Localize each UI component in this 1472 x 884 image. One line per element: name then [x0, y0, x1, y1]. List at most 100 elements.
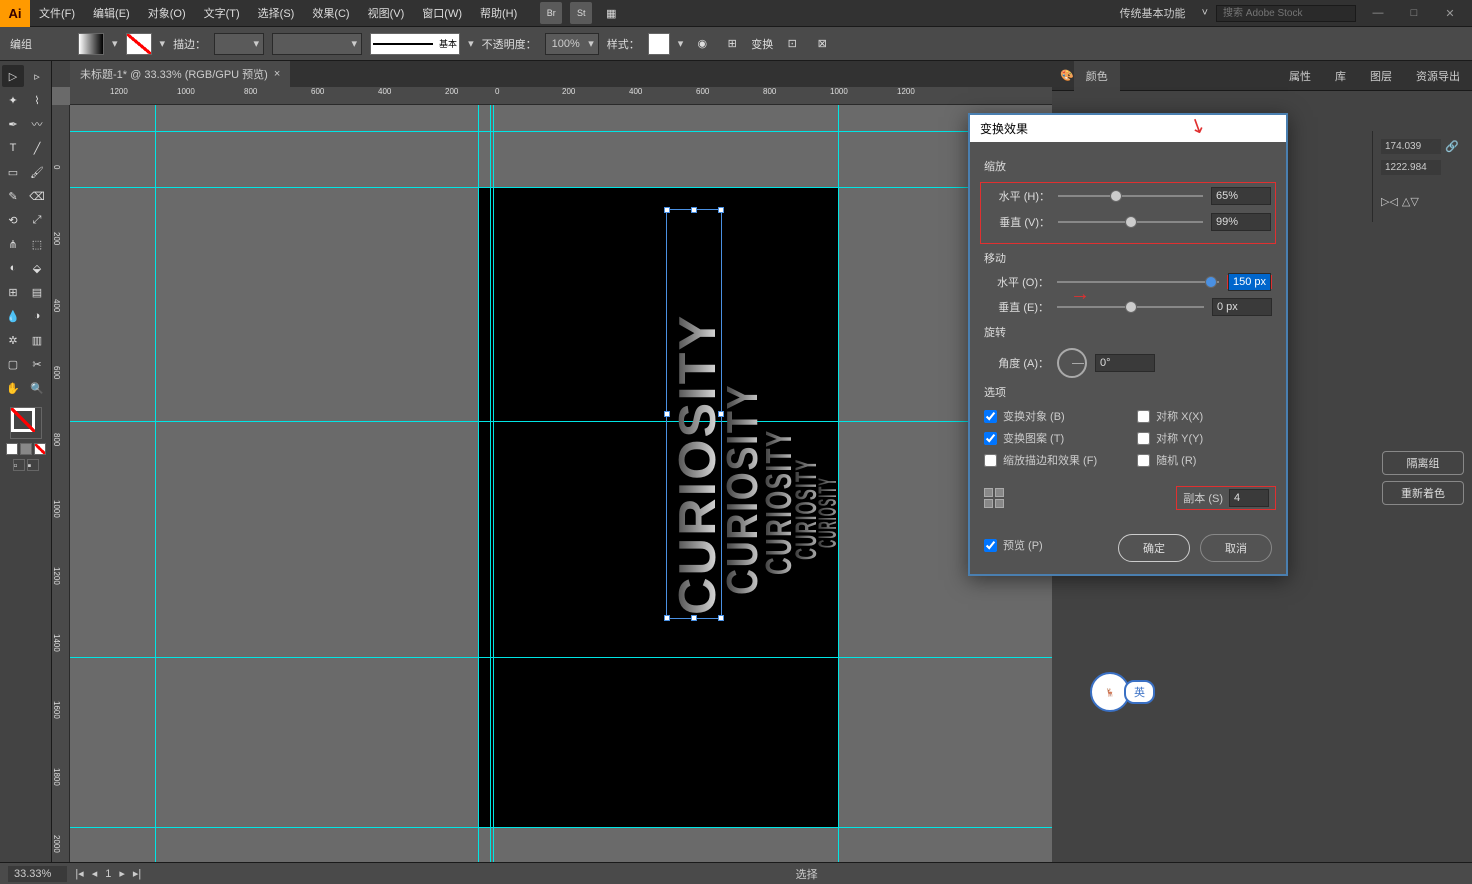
scale-tool[interactable]: ⤢	[26, 209, 48, 231]
brush-dropdown[interactable]: 基本	[370, 33, 460, 55]
chevron-down-icon[interactable]: ▾	[468, 37, 474, 50]
nav-first-icon[interactable]: |◂	[75, 867, 83, 880]
cancel-button[interactable]: 取消	[1200, 534, 1272, 562]
artboard-tool[interactable]: ▢	[2, 353, 24, 375]
menu-type[interactable]: 文字(T)	[195, 0, 249, 27]
shaper-tool[interactable]: ✎	[2, 185, 24, 207]
free-transform-tool[interactable]: ⬚	[26, 233, 48, 255]
ok-button[interactable]: 确定	[1118, 534, 1190, 562]
vertical-ruler[interactable]: 0 200 400 600 800 1000 1200 1400 1600 18…	[52, 105, 70, 862]
eraser-tool[interactable]: ⌫	[26, 185, 48, 207]
recolor-icon[interactable]: ◉	[691, 33, 713, 55]
none-mode-icon[interactable]	[34, 443, 46, 455]
horizontal-ruler[interactable]: 1200 1000 800 600 400 200 0 200 400 600 …	[70, 87, 1052, 105]
flip-h-icon[interactable]: ▷◁	[1381, 195, 1398, 208]
guide[interactable]	[70, 421, 1052, 422]
lasso-tool[interactable]: ⌇	[26, 89, 48, 111]
stock-search-input[interactable]	[1216, 5, 1356, 22]
move-h-slider[interactable]	[1057, 281, 1219, 283]
guide[interactable]	[490, 105, 491, 862]
chevron-down-icon[interactable]: ▾	[112, 37, 118, 50]
preview-checkbox[interactable]: 预览 (P)	[984, 537, 1043, 553]
gradient-mode-icon[interactable]	[20, 443, 32, 455]
chevron-down-icon[interactable]: ▾	[160, 37, 166, 50]
height-value[interactable]: 1222.984	[1381, 160, 1441, 175]
reflect-y-checkbox[interactable]: 对称 Y(Y)	[1137, 430, 1203, 446]
copies-value[interactable]: 4	[1229, 489, 1269, 507]
menu-effect[interactable]: 效果(C)	[303, 0, 358, 27]
flip-v-icon[interactable]: △▽	[1402, 195, 1419, 208]
style-swatch[interactable]	[648, 33, 670, 55]
rotate-tool[interactable]: ⟲	[2, 209, 24, 231]
stroke-profile-dropdown[interactable]	[272, 33, 362, 55]
document-tab[interactable]: 未标题-1* @ 33.33% (RGB/GPU 预览) ×	[70, 61, 290, 87]
scale-v-slider[interactable]	[1058, 221, 1203, 223]
panel-tab-properties[interactable]: 属性	[1277, 61, 1323, 91]
random-checkbox[interactable]: 随机 (R)	[1137, 452, 1203, 468]
ime-indicator[interactable]: 🦌 英	[1090, 672, 1155, 712]
curvature-tool[interactable]: 〰	[26, 113, 48, 135]
menu-file[interactable]: 文件(F)	[30, 0, 84, 27]
guide[interactable]	[70, 131, 1052, 132]
gradient-tool[interactable]: ▤	[26, 281, 48, 303]
pen-tool[interactable]: ✒	[2, 113, 24, 135]
nav-prev-icon[interactable]: ◂	[92, 867, 98, 880]
edit-icon[interactable]: ⊠	[811, 33, 833, 55]
guide[interactable]	[70, 187, 1052, 188]
scale-strokes-checkbox[interactable]: 缩放描边和效果 (F)	[984, 452, 1097, 468]
graph-tool[interactable]: ▥	[26, 329, 48, 351]
opacity-dropdown[interactable]: 100%	[545, 33, 599, 55]
zoom-tool[interactable]: 🔍	[26, 377, 48, 399]
blend-tool[interactable]: ◑	[26, 305, 48, 327]
panel-tab-libraries[interactable]: 库	[1323, 61, 1358, 91]
close-button[interactable]: ✕	[1436, 4, 1464, 22]
fill-swatch[interactable]	[78, 33, 104, 55]
stock-icon[interactable]: St	[570, 2, 592, 24]
mesh-tool[interactable]: ⊞	[2, 281, 24, 303]
isolate-group-button[interactable]: 隔离组	[1382, 451, 1464, 475]
magic-wand-tool[interactable]: ✦	[2, 89, 24, 111]
artboard-number[interactable]: 1	[105, 868, 111, 880]
stroke-weight-dropdown[interactable]	[214, 33, 264, 55]
canvas[interactable]: CURIOSITY CURIOSITY CURIOSITY CURIOSITY …	[70, 105, 1052, 862]
move-v-slider[interactable]	[1057, 306, 1204, 308]
angle-dial[interactable]	[1057, 348, 1087, 378]
shape-builder-tool[interactable]: ◐	[2, 257, 24, 279]
workspace-switcher[interactable]: 传统基本功能	[1112, 5, 1194, 21]
maximize-button[interactable]: □	[1400, 4, 1428, 22]
anchor-grid-icon[interactable]	[984, 488, 1004, 508]
guide[interactable]	[70, 657, 1052, 658]
guide[interactable]	[478, 105, 479, 862]
guide[interactable]	[493, 105, 494, 862]
transform-objects-checkbox[interactable]: 变换对象 (B)	[984, 408, 1097, 424]
slice-tool[interactable]: ✂	[26, 353, 48, 375]
move-h-value[interactable]: 150 px	[1228, 273, 1271, 291]
transform-patterns-checkbox[interactable]: 变换图案 (T)	[984, 430, 1097, 446]
menu-window[interactable]: 窗口(W)	[413, 0, 471, 27]
scale-h-value[interactable]: 65%	[1211, 187, 1271, 205]
screen-mode-icon[interactable]: ▪	[27, 459, 39, 471]
ime-language[interactable]: 英	[1124, 680, 1155, 704]
direct-selection-tool[interactable]: ▹	[26, 65, 48, 87]
isolate-icon[interactable]: ⊡	[781, 33, 803, 55]
panel-tab-assets[interactable]: 资源导出	[1404, 61, 1472, 91]
align-icon[interactable]: ⊞	[721, 33, 743, 55]
menu-select[interactable]: 选择(S)	[249, 0, 304, 27]
menu-object[interactable]: 对象(O)	[139, 0, 195, 27]
menu-view[interactable]: 视图(V)	[359, 0, 414, 27]
width-value[interactable]: 174.039	[1381, 139, 1441, 154]
symbol-sprayer-tool[interactable]: ✲	[2, 329, 24, 351]
bridge-icon[interactable]: Br	[540, 2, 562, 24]
angle-value[interactable]: 0°	[1095, 354, 1155, 372]
lock-icon[interactable]: 🔗	[1445, 140, 1459, 153]
color-mode-icon[interactable]	[6, 443, 18, 455]
rectangle-tool[interactable]: ▭	[2, 161, 24, 183]
panel-tab-color[interactable]: 颜色	[1074, 61, 1120, 91]
panel-tab-layers[interactable]: 图层	[1358, 61, 1404, 91]
menu-help[interactable]: 帮助(H)	[471, 0, 526, 27]
panel-collapse-icon[interactable]	[52, 61, 70, 87]
paintbrush-tool[interactable]: 🖌	[26, 161, 48, 183]
transform-link[interactable]: 变换	[751, 36, 773, 52]
zoom-dropdown[interactable]: 33.33%	[8, 866, 67, 882]
chevron-down-icon[interactable]: ▾	[678, 37, 684, 50]
